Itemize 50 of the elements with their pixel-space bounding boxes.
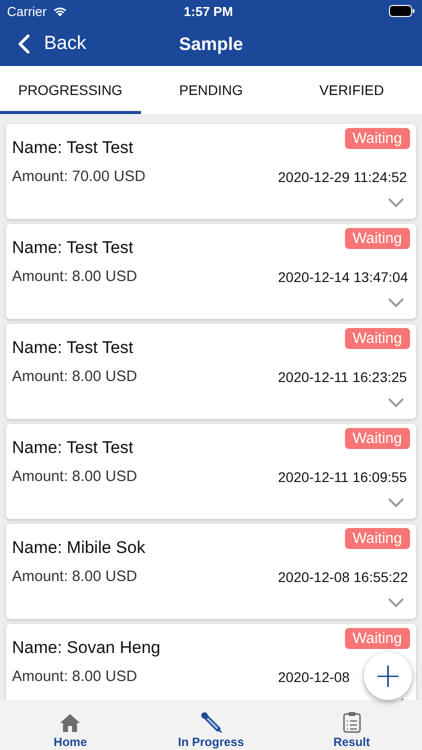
- record-amount: Amount: 8.00 USD: [12, 368, 138, 385]
- record-card[interactable]: Name: Test Test Waiting Amount: 8.00 USD 2020-12-14 13:47:04: [6, 224, 416, 319]
- chevron-down-icon[interactable]: [388, 298, 404, 308]
- carrier-label: Carrier: [7, 4, 47, 18]
- record-name: Name: Test Test: [12, 138, 134, 158]
- tab[interactable]: PROGRESSING: [0, 66, 141, 114]
- clipboard-icon: [342, 711, 361, 733]
- record-card[interactable]: Name: Test Test Waiting Amount: 70.00 USD 2020-12-29 11:24:52: [6, 124, 416, 219]
- record-card[interactable]: Name: Mibile Sok Waiting Amount: 8.00 USD 2020-12-08 16:55:22: [6, 524, 416, 619]
- chevron-left-icon: [18, 34, 30, 54]
- status-badge: Waiting: [344, 228, 410, 249]
- record-datetime: 2020-12-11 16:09:55: [278, 469, 407, 485]
- chevron-down-icon[interactable]: [388, 498, 404, 508]
- chevron-down-icon[interactable]: [388, 598, 404, 608]
- record-datetime: 2020-12-08 16:55:22: [278, 569, 408, 585]
- wifi-icon: [52, 5, 68, 17]
- status-badge: Waiting: [344, 428, 410, 449]
- record-amount: Amount: 8.00 USD: [12, 468, 138, 485]
- status-badge: Waiting: [344, 128, 410, 149]
- tab-bar-item[interactable]: In Progress: [140, 700, 282, 750]
- status-badge: Waiting: [344, 628, 410, 649]
- record-amount: Amount: 8.00 USD: [12, 668, 138, 685]
- record-name: Name: Test Test: [12, 438, 134, 458]
- screen-title: Sample: [178, 34, 244, 54]
- record-name: Name: Sovan Heng: [12, 638, 160, 658]
- status-time: 1:57 PM: [182, 4, 234, 18]
- record-amount: Amount: 70.00 USD: [12, 168, 146, 185]
- chevron-down-icon[interactable]: [388, 398, 404, 408]
- house-icon: [59, 713, 82, 733]
- tab[interactable]: VERIFIED: [281, 66, 422, 114]
- chevron-down-icon[interactable]: [388, 198, 404, 208]
- status-badge: Waiting: [344, 328, 410, 349]
- back-button[interactable]: Back: [0, 33, 86, 55]
- tab[interactable]: PENDING: [140, 66, 282, 114]
- record-amount: Amount: 8.00 USD: [12, 568, 138, 585]
- record-datetime: 2020-12-08: [278, 669, 350, 685]
- record-datetime: 2020-12-14 13:47:04: [278, 269, 408, 285]
- record-name: Name: Mibile Sok: [12, 538, 146, 558]
- record-name: Name: Test Test: [12, 338, 134, 358]
- record-card[interactable]: Name: Test Test Waiting Amount: 8.00 USD 2020-12-11 16:09:55: [6, 424, 416, 519]
- record-amount: Amount: 8.00 USD: [12, 268, 138, 285]
- record-card[interactable]: Name: Test Test Waiting Amount: 8.00 USD 2020-12-11 16:23:25: [6, 324, 416, 419]
- record-datetime: 2020-12-11 16:23:25: [278, 369, 407, 385]
- record-name: Name: Test Test: [12, 238, 134, 258]
- record-datetime: 2020-12-29 11:24:52: [278, 169, 407, 185]
- tab-bar-item[interactable]: Result: [281, 700, 422, 750]
- battery-icon: [389, 5, 415, 17]
- status-badge: Waiting: [344, 528, 410, 549]
- dropper-icon: [200, 711, 222, 733]
- tab-bar-item[interactable]: Home: [0, 700, 141, 750]
